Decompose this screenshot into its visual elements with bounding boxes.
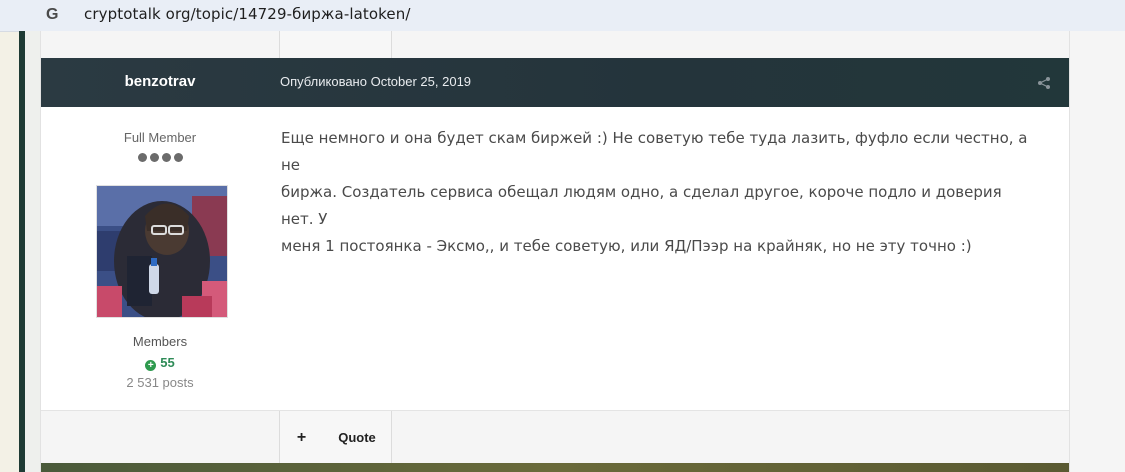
post-footer: + Quote [41, 410, 1069, 464]
url-text[interactable]: cryptotalk org/topic/14729-биржа-latoken… [84, 5, 411, 23]
post-text-line: меня 1 постоянка - Эксмо,, и тебе совету… [281, 237, 972, 255]
next-post-header [41, 463, 1069, 472]
previous-post-footer [41, 31, 1069, 59]
previous-quote-button[interactable] [323, 31, 392, 58]
member-rank: Full Member [123, 130, 197, 145]
plus-circle-icon: + [145, 360, 157, 371]
forum-post: benzotrav Опубликовано October 25, 2019 … [40, 31, 1070, 472]
post-count: 2 531 posts [126, 375, 194, 390]
post-text-line: биржа. Создатель сервиса обещал людям од… [281, 183, 1002, 228]
rank-pip [162, 153, 171, 162]
member-group: Members [132, 334, 188, 349]
post-content: Еще немного и она будет скам биржей :) Н… [281, 125, 1033, 260]
author-name[interactable]: benzotrav [41, 73, 279, 90]
post-date: Опубликовано October 25, 2019 [280, 74, 472, 89]
rank-pips [138, 153, 184, 163]
quote-button[interactable]: Quote [323, 411, 392, 464]
avatar[interactable] [96, 185, 228, 318]
google-icon: G [46, 6, 58, 23]
previous-plus-button[interactable] [279, 31, 324, 58]
post-text-line: Еще немного и она будет скам биржей :) Н… [281, 129, 1028, 174]
reputation: +55 [41, 355, 279, 371]
post-header: benzotrav Опубликовано October 25, 2019 [41, 58, 1069, 107]
svg-text:G: G [46, 6, 58, 23]
rank-pip [138, 153, 147, 162]
address-bar[interactable]: G cryptotalk org/topic/14729-биржа-latok… [0, 0, 1125, 32]
page-right-margin [1068, 31, 1125, 472]
rank-pip [150, 153, 159, 162]
author-panel: Full Member Members + 55 2 531 posts [41, 107, 279, 411]
rank-pip [174, 153, 183, 162]
reputation-value: 55 [160, 355, 175, 370]
share-icon[interactable] [1037, 76, 1051, 90]
page-margin [25, 31, 40, 472]
avatar-image [97, 186, 227, 317]
multiquote-button[interactable]: + [279, 411, 324, 464]
